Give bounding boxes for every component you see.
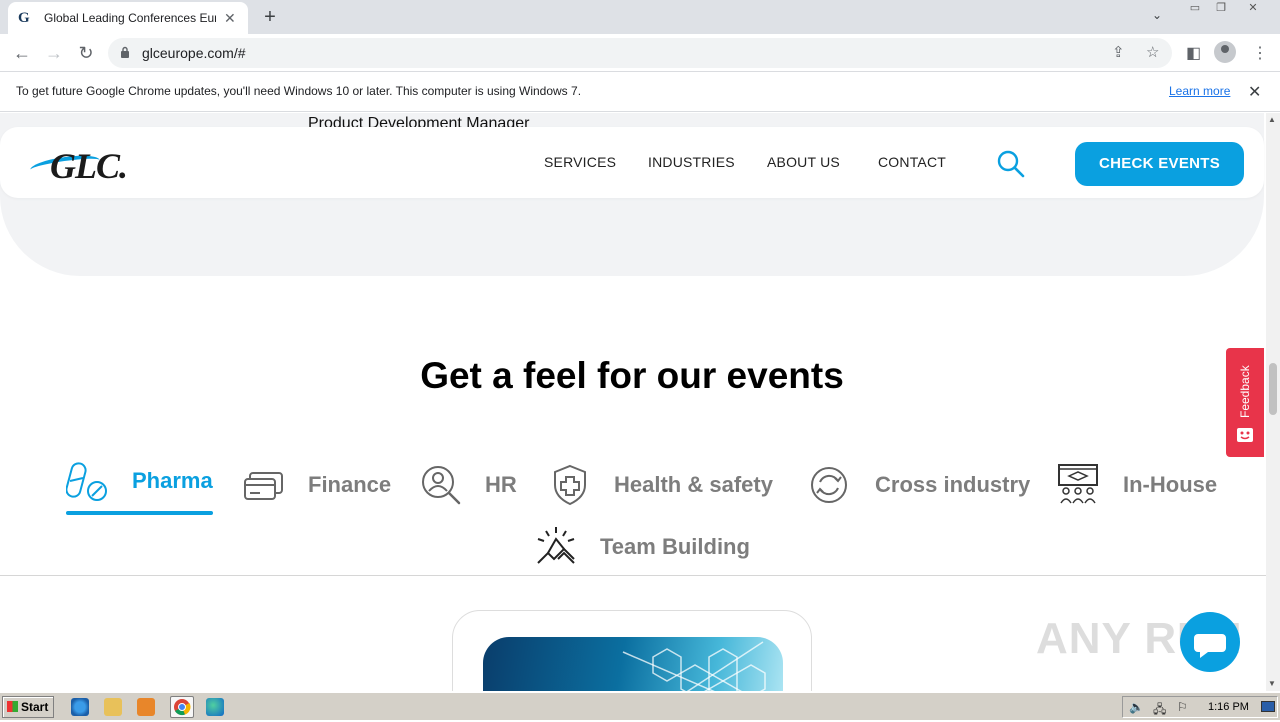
feedback-face-icon <box>1237 428 1253 442</box>
nav-services[interactable]: SERVICES <box>544 154 616 170</box>
tabs-divider <box>0 575 1266 576</box>
feedback-tab[interactable]: Feedback <box>1226 348 1264 457</box>
forward-arrow-icon[interactable]: → <box>42 41 66 65</box>
glc-logo[interactable]: GLC. <box>29 145 154 186</box>
refresh-icon <box>811 467 847 503</box>
windows-flag-icon <box>7 701 18 712</box>
scrollbar-thumb[interactable] <box>1269 363 1277 415</box>
category-tab-health-safety[interactable]: Health & safety <box>548 463 773 507</box>
category-label: Health & safety <box>614 472 773 497</box>
learn-more-link[interactable]: Learn more <box>1169 84 1230 98</box>
feedback-label: Feedback <box>1238 365 1252 418</box>
lock-icon <box>121 46 129 58</box>
nav-industries[interactable]: INDUSTRIES <box>648 154 735 170</box>
nav-about-us[interactable]: ABOUT US <box>767 154 840 170</box>
category-tab-cross-industry[interactable]: Cross industry <box>809 463 1030 507</box>
handshake-icon <box>537 527 575 564</box>
show-desktop-icon[interactable] <box>1261 701 1275 712</box>
category-tab-team-building[interactable]: Team Building <box>534 525 750 569</box>
start-label: Start <box>21 700 49 714</box>
credit-card-icon <box>244 472 283 500</box>
network-icon[interactable]: 🖧 <box>1153 700 1166 721</box>
back-arrow-icon[interactable]: ← <box>10 41 34 65</box>
active-tab-underline <box>66 511 213 515</box>
chrome-taskbar-button[interactable] <box>170 696 194 718</box>
scroll-up-icon[interactable]: ▲ <box>1268 115 1276 124</box>
side-panel-icon[interactable]: ◧ <box>1186 43 1201 63</box>
pills-icon <box>66 462 107 501</box>
category-label: In-House <box>1123 472 1218 497</box>
minimize-icon[interactable]: ▭ <box>1182 0 1208 18</box>
scroll-down-icon[interactable]: ▼ <box>1268 679 1276 688</box>
category-label: Cross industry <box>875 472 1031 497</box>
chat-bubble-icon <box>1194 634 1226 658</box>
tab-title: Global Leading Conferences Europe <box>44 11 216 25</box>
restore-icon[interactable]: ❐ <box>1208 0 1234 18</box>
tab-close-icon[interactable]: ✕ <box>224 10 236 27</box>
section-heading: Get a feel for our events <box>420 355 844 396</box>
bookmark-star-icon[interactable]: ☆ <box>1146 43 1159 61</box>
site-navbar: GLC. SERVICES INDUSTRIES ABOUT US CONTAC… <box>0 127 1264 198</box>
tab-search-chevron-icon[interactable]: ⌄ <box>1152 8 1162 22</box>
browser-toolbar: ← → ↻ glceurope.com/# ⇪ ☆ ◧ ⋮ <box>0 34 1280 72</box>
windows-taskbar: Start 🔈 🖧 ⚐ 1:16 PM <box>0 692 1280 720</box>
window-close-icon[interactable]: ✕ <box>1240 0 1266 18</box>
browser-tab[interactable]: G Global Leading Conferences Europe ✕ <box>8 2 248 34</box>
url-text: glceurope.com/# <box>142 45 246 61</box>
new-tab-icon[interactable]: + <box>258 5 282 29</box>
reload-icon[interactable]: ↻ <box>74 41 98 65</box>
hexagon-pattern-icon <box>622 641 766 691</box>
category-tab-finance[interactable]: Finance <box>242 463 391 507</box>
classroom-icon <box>1058 464 1098 504</box>
category-label: Pharma <box>132 468 213 493</box>
person-search-icon <box>422 466 461 505</box>
profile-avatar-icon[interactable] <box>1214 41 1236 63</box>
chat-button[interactable] <box>1180 612 1240 672</box>
taskbar-clock[interactable]: 1:16 PM <box>1208 701 1249 713</box>
edge-icon[interactable] <box>206 698 224 716</box>
search-icon[interactable] <box>996 149 1026 179</box>
page-scrollbar[interactable]: ▲ ▼ <box>1266 113 1280 691</box>
shield-cross-icon <box>554 464 586 506</box>
action-center-flag-icon[interactable]: ⚐ <box>1177 700 1188 714</box>
glc-favicon-icon: G <box>18 9 30 26</box>
tab-strip: G Global Leading Conferences Europe ✕ + … <box>0 0 1280 34</box>
media-player-icon[interactable] <box>137 698 155 716</box>
share-icon[interactable]: ⇪ <box>1112 43 1125 61</box>
nav-contact[interactable]: CONTACT <box>878 154 946 170</box>
infobar-close-icon[interactable]: ✕ <box>1248 82 1261 102</box>
category-label: HR <box>485 472 517 497</box>
start-button[interactable]: Start <box>2 696 54 718</box>
menu-kebab-icon[interactable]: ⋮ <box>1252 43 1268 63</box>
page-viewport: Product Development Manager GLC. SERVICE… <box>0 113 1266 691</box>
category-label: Team Building <box>600 534 750 559</box>
category-tab-pharma[interactable]: Pharma <box>66 459 213 503</box>
category-tab-in-house[interactable]: In-House <box>1057 463 1217 507</box>
logo-text: GLC. <box>50 146 128 186</box>
check-events-button[interactable]: CHECK EVENTS <box>1075 142 1244 186</box>
chrome-icon <box>174 699 191 716</box>
volume-icon[interactable]: 🔈 <box>1129 700 1144 714</box>
category-tab-hr[interactable]: HR <box>419 463 517 507</box>
category-label: Finance <box>308 472 392 497</box>
explorer-folder-icon[interactable] <box>104 698 122 716</box>
event-card-image <box>483 637 783 691</box>
address-bar[interactable]: glceurope.com/# ⇪ ☆ <box>108 38 1172 68</box>
update-infobar: To get future Google Chrome updates, you… <box>0 72 1280 112</box>
event-card[interactable] <box>452 610 812 691</box>
system-tray: 🔈 🖧 ⚐ <box>1122 696 1278 718</box>
infobar-message: To get future Google Chrome updates, you… <box>16 84 582 98</box>
ie-icon[interactable] <box>71 698 89 716</box>
